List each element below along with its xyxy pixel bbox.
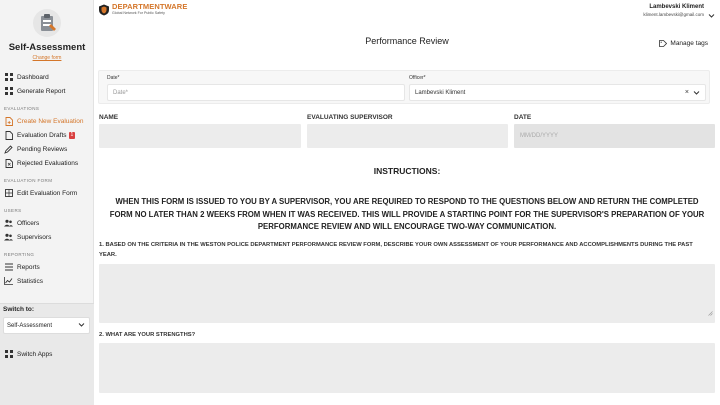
manage-tags-button[interactable]: Manage tags (659, 40, 708, 47)
sidebar-item-rejected-evaluations[interactable]: Rejected Evaluations (4, 157, 78, 169)
supervisor-label: EVALUATING SUPERVISOR (307, 114, 393, 121)
users-icon (4, 219, 13, 228)
pencil-icon (4, 144, 13, 154)
resize-grip-icon[interactable] (708, 303, 713, 321)
clear-icon[interactable]: × (685, 89, 689, 96)
file-icon (4, 130, 13, 140)
clipboard-logo-icon (41, 14, 56, 31)
section-label-users: USERS (4, 208, 22, 213)
sidebar-item-label: Dashboard (17, 73, 49, 81)
switch-apps-button[interactable]: Switch Apps (4, 348, 52, 360)
date-input[interactable]: Date* (107, 84, 405, 101)
switch-apps-label: Switch Apps (17, 350, 53, 358)
sidebar-item-create-evaluation[interactable]: Create New Evaluation (4, 115, 83, 127)
sidebar-item-statistics[interactable]: Statistics (4, 275, 43, 287)
date-column-field[interactable]: MM/DD/YYYY (514, 124, 715, 148)
brand-logo[interactable]: DEPARTMENTWARE Global Network For Public… (98, 3, 187, 16)
sidebar-item-officers[interactable]: Officers (4, 217, 39, 229)
list-icon (4, 263, 13, 272)
brand-tagline: Global Network For Public Safety (112, 11, 165, 15)
grid-icon (4, 350, 13, 359)
file-plus-icon (4, 116, 13, 126)
chevron-down-icon (78, 322, 85, 330)
sidebar-item-edit-evaluation-form[interactable]: Edit Evaluation Form (4, 187, 77, 199)
sidebar-item-reports[interactable]: Reports (4, 261, 40, 273)
date-label: Date* (107, 75, 120, 81)
officer-select-value: Lambevski Kliment (415, 89, 466, 96)
sidebar-item-supervisors[interactable]: Supervisors (4, 231, 51, 243)
sidebar-item-dashboard[interactable]: Dashboard (4, 71, 49, 83)
badge-shield-icon (99, 4, 109, 15)
chevron-down-icon[interactable] (693, 90, 700, 98)
sidebar-item-label: Statistics (17, 277, 44, 285)
switch-app-select[interactable]: Self-Assessment (3, 317, 90, 334)
instructions-text: WHEN THIS FORM IS ISSUED TO YOU BY A SUP… (109, 197, 705, 231)
app-logo (33, 9, 61, 37)
switch-to-label: Switch to: (3, 306, 35, 313)
supervisor-field[interactable] (307, 124, 508, 148)
sidebar-item-label: Rejected Evaluations (17, 159, 79, 167)
date-column-label: DATE (514, 114, 532, 121)
officer-label: Officer* (409, 75, 426, 81)
officer-select[interactable]: Lambevski Kliment × (409, 84, 706, 101)
section-label-reporting: REPORTING (4, 252, 35, 257)
sidebar-item-label: Supervisors (17, 233, 52, 241)
instructions-title: INSTRUCTIONS: (373, 166, 441, 176)
manage-tags-label: Manage tags (670, 40, 708, 47)
sidebar-item-generate-report[interactable]: Generate Report (4, 85, 65, 97)
section-label-evaluation-form: EVALUATION FORM (4, 178, 53, 183)
sidebar-item-label: Evaluation Drafts (17, 131, 67, 139)
change-form-link[interactable]: Change form (0, 55, 94, 61)
question-1-answer[interactable] (99, 264, 715, 323)
users-icon (4, 233, 13, 242)
sidebar-item-evaluation-drafts[interactable]: Evaluation Drafts 1 (4, 129, 76, 141)
grid-icon (4, 73, 13, 82)
question-2: 2. WHAT ARE YOUR STRENGTHS? (99, 332, 196, 338)
drafts-count-badge: 1 (68, 131, 76, 139)
question-2-answer[interactable] (99, 343, 715, 393)
sidebar-item-label: Edit Evaluation Form (17, 189, 78, 197)
app-title: Self-Assessment (8, 42, 86, 53)
sidebar-item-label: Pending Reviews (17, 145, 68, 153)
grid-icon (4, 87, 13, 96)
section-label-evaluations: EVALUATIONS (4, 106, 40, 111)
tag-icon (659, 40, 668, 47)
sidebar-item-label: Officers (17, 219, 40, 227)
name-field[interactable] (99, 124, 301, 148)
sidebar-item-label: Reports (17, 263, 40, 271)
sidebar-item-pending-reviews[interactable]: Pending Reviews (4, 143, 67, 155)
user-name[interactable]: Lambevski Kliment (649, 4, 704, 10)
chevron-down-icon[interactable] (708, 6, 715, 24)
sidebar-item-label: Create New Evaluation (17, 117, 84, 125)
user-email: kliment.lambevski@gmail.com (643, 12, 704, 17)
file-x-icon (4, 158, 13, 168)
sidebar-item-label: Generate Report (17, 87, 66, 95)
question-1: 1. BASED ON THE CRITERIA IN THE WESTON P… (99, 242, 693, 258)
edit-grid-icon (4, 189, 13, 198)
page-title: Performance Review (365, 36, 449, 46)
chart-icon (4, 277, 13, 286)
name-label: NAME (99, 114, 119, 121)
brand-name: DEPARTMENTWARE (112, 2, 188, 11)
switch-app-value: Self-Assessment (7, 322, 53, 329)
